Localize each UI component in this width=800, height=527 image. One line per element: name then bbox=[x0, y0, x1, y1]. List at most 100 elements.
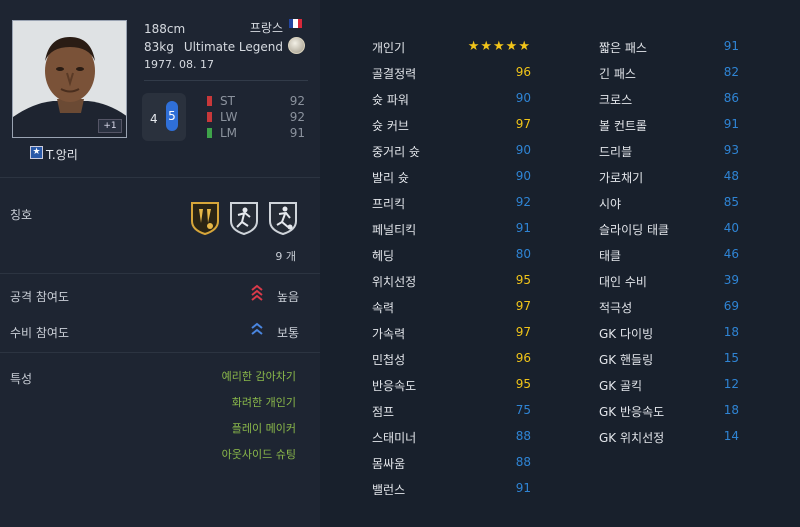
stat-name: 페널티킥 bbox=[372, 223, 417, 237]
stat-value: 18 bbox=[723, 403, 739, 417]
stat-name: 볼 컨트롤 bbox=[599, 119, 647, 133]
stat-row: 민첩성 96 bbox=[372, 351, 531, 367]
stat-row: 슬라이딩 태클 40 bbox=[599, 221, 739, 237]
stat-row: 발리 슛 90 bbox=[372, 169, 531, 185]
stat-name: 시야 bbox=[599, 197, 622, 211]
info-separator bbox=[144, 80, 308, 81]
stat-row: 슛 커브 97 bbox=[372, 117, 531, 133]
stat-name: 반응속도 bbox=[372, 379, 417, 393]
player-height: 188cm bbox=[144, 22, 186, 36]
stat-value: 85 bbox=[723, 195, 739, 209]
stat-name: 점프 bbox=[372, 405, 395, 419]
stat-name: 속력 bbox=[372, 301, 395, 315]
stat-name: 프리킥 bbox=[372, 197, 406, 211]
stat-name: 드리블 bbox=[599, 145, 633, 159]
stat-row: 속력 97 bbox=[372, 299, 531, 315]
stat-value: 91 bbox=[515, 481, 531, 495]
stat-value: 48 bbox=[723, 169, 739, 183]
foot-rating-box bbox=[142, 93, 186, 141]
skill-stars-icon: ★★★★★ bbox=[467, 39, 531, 54]
stat-value: 46 bbox=[723, 247, 739, 261]
stat-name: 위치선정 bbox=[372, 275, 417, 289]
stat-row: GK 반응속도 18 bbox=[599, 403, 739, 419]
stat-row: 밸런스 91 bbox=[372, 481, 531, 497]
trait-item[interactable]: 예리한 감아차기 bbox=[222, 368, 296, 384]
player-nation: 프랑스 bbox=[249, 21, 283, 35]
stat-name: GK 다이빙 bbox=[599, 327, 654, 341]
stat-row: GK 위치선정 14 bbox=[599, 429, 739, 445]
stat-value: 97 bbox=[515, 325, 531, 339]
section-divider bbox=[0, 352, 320, 353]
stat-name: 골결정력 bbox=[372, 67, 417, 81]
position-name: ST bbox=[220, 94, 235, 108]
stat-value: 39 bbox=[723, 273, 739, 287]
stat-value: 91 bbox=[515, 221, 531, 235]
stat-row: 짧은 패스 91 bbox=[599, 39, 739, 55]
position-color-bar bbox=[207, 112, 212, 122]
joker-shield-icon[interactable] bbox=[190, 201, 220, 235]
stat-name: 가로채기 bbox=[599, 171, 644, 185]
stat-name: 태클 bbox=[599, 249, 622, 263]
left-foot-rating: 4 bbox=[150, 112, 158, 126]
trait-item[interactable]: 화려한 개인기 bbox=[232, 394, 296, 410]
stat-row: 페널티킥 91 bbox=[372, 221, 531, 237]
attack-work-label: 공격 참여도 bbox=[10, 290, 70, 304]
stat-value: 75 bbox=[515, 403, 531, 417]
stat-value: 95 bbox=[515, 273, 531, 287]
france-flag-icon bbox=[289, 19, 302, 28]
stat-name: 몸싸움 bbox=[372, 457, 406, 471]
stat-name: GK 핸들링 bbox=[599, 353, 654, 367]
legend-star-icon: ★ bbox=[30, 146, 43, 159]
stat-name: GK 골킥 bbox=[599, 379, 643, 393]
stat-row: 헤딩 80 bbox=[372, 247, 531, 263]
stat-row: 시야 85 bbox=[599, 195, 739, 211]
stat-row: 볼 컨트롤 91 bbox=[599, 117, 739, 133]
stat-row: 대인 수비 39 bbox=[599, 273, 739, 289]
legend-medal-icon bbox=[288, 37, 305, 54]
stat-row: 반응속도 95 bbox=[372, 377, 531, 393]
stat-row: 개인기 ★★★★★ bbox=[372, 39, 531, 55]
stat-name: 중거리 슛 bbox=[372, 145, 420, 159]
stat-name: 발리 슛 bbox=[372, 171, 409, 185]
stat-value: 90 bbox=[515, 169, 531, 183]
triple-arrow-up-icon bbox=[250, 284, 264, 302]
stat-value: 97 bbox=[515, 299, 531, 313]
stat-value: 18 bbox=[723, 325, 739, 339]
stat-value: 96 bbox=[515, 65, 531, 79]
stat-name: 헤딩 bbox=[372, 249, 395, 263]
stat-value: 90 bbox=[515, 143, 531, 157]
stat-value: 80 bbox=[515, 247, 531, 261]
player-season: Ultimate Legend bbox=[183, 40, 283, 54]
position-row: LW 92 bbox=[207, 110, 305, 124]
stat-value: 88 bbox=[515, 429, 531, 443]
stat-row: 가로채기 48 bbox=[599, 169, 739, 185]
stat-value: 93 bbox=[723, 143, 739, 157]
defense-work-value: 보통 bbox=[277, 326, 300, 340]
player-birthdate: 1977. 08. 17 bbox=[144, 58, 214, 71]
stat-row: 골결정력 96 bbox=[372, 65, 531, 81]
position-name: LW bbox=[220, 110, 238, 124]
runner-shield-icon[interactable] bbox=[229, 201, 259, 235]
stat-row: 스태미너 88 bbox=[372, 429, 531, 445]
player-name: T.앙리 bbox=[46, 148, 78, 162]
stat-value: 88 bbox=[515, 455, 531, 469]
trait-item[interactable]: 플레이 메이커 bbox=[232, 420, 296, 436]
stat-name: GK 위치선정 bbox=[599, 431, 665, 445]
stat-row: 가속력 97 bbox=[372, 325, 531, 341]
stat-row: 몸싸움 88 bbox=[372, 455, 531, 471]
traits-label: 특성 bbox=[10, 372, 33, 386]
stat-value: 90 bbox=[515, 91, 531, 105]
stat-value: 97 bbox=[515, 117, 531, 131]
stat-value: 15 bbox=[723, 351, 739, 365]
plus-grade-badge: +1 bbox=[98, 119, 122, 133]
stat-name: 슛 파워 bbox=[372, 93, 409, 107]
position-value: 92 bbox=[289, 94, 305, 108]
dribbler-shield-icon[interactable] bbox=[268, 201, 298, 235]
stat-value: 14 bbox=[723, 429, 739, 443]
stat-name: 가속력 bbox=[372, 327, 406, 341]
stat-name: 긴 패스 bbox=[599, 67, 636, 81]
player-weight: 83kg bbox=[144, 40, 174, 54]
right-foot-rating: 5 bbox=[166, 101, 178, 131]
stat-row: GK 핸들링 15 bbox=[599, 351, 739, 367]
trait-item[interactable]: 아웃사이드 슈팅 bbox=[222, 446, 296, 462]
